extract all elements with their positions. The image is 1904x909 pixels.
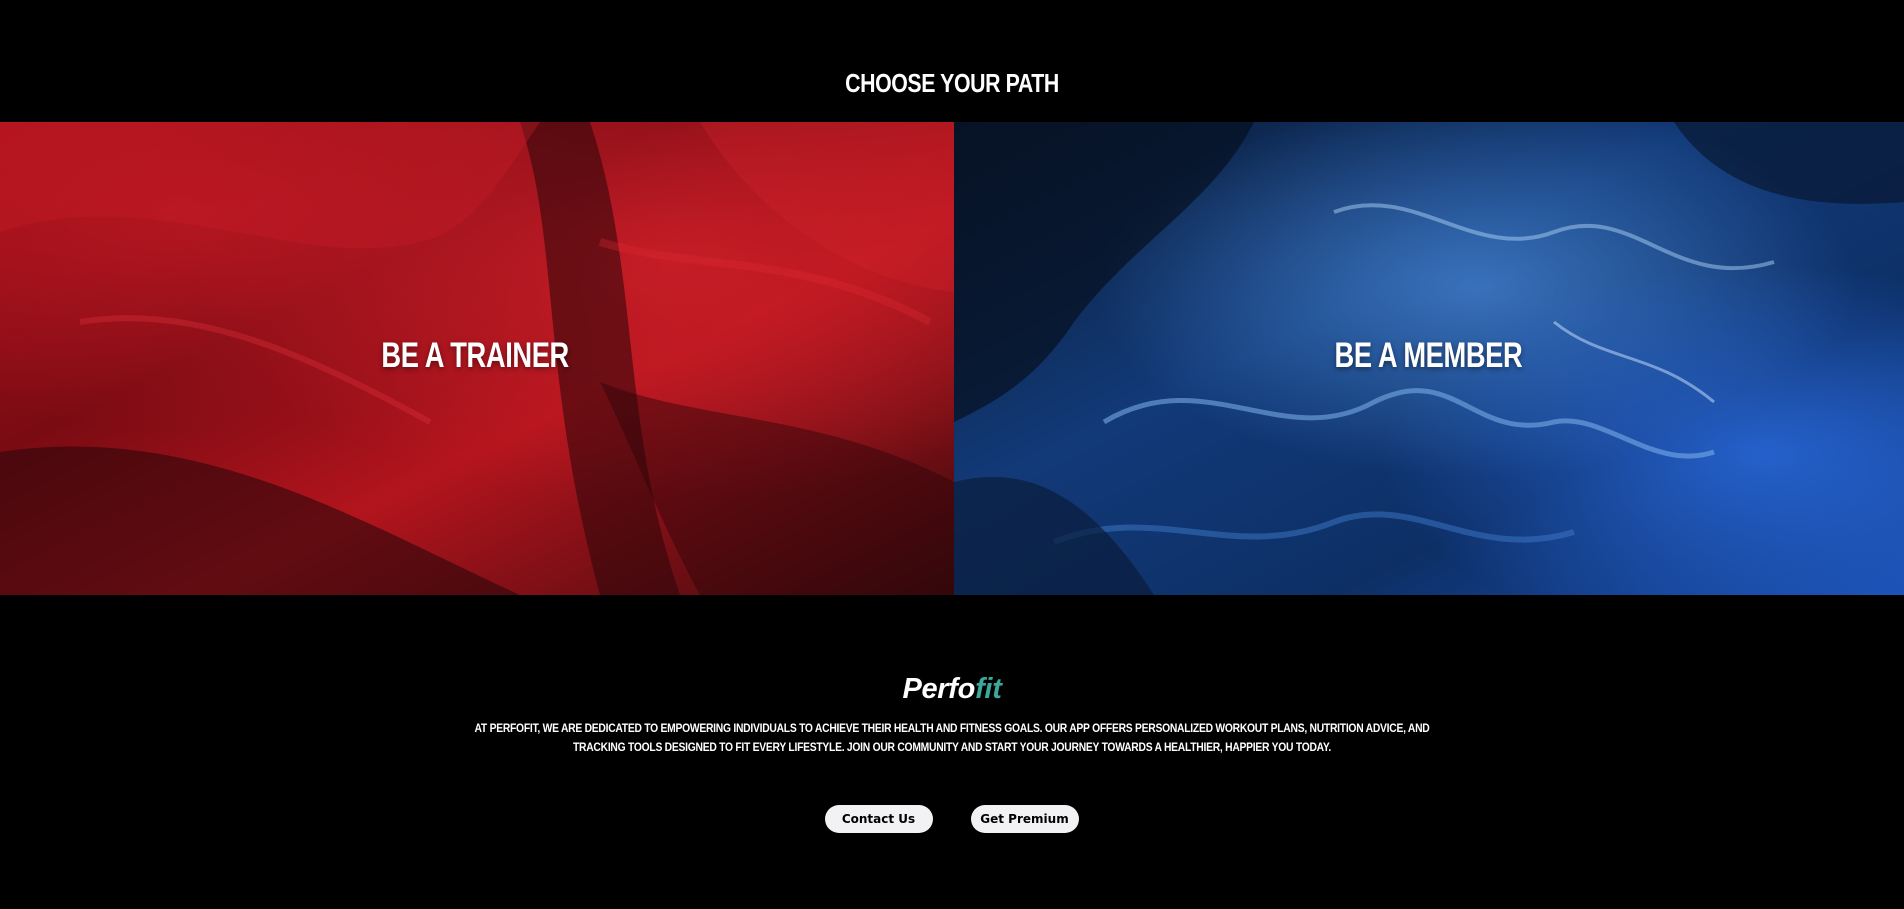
path-options: BE A TRAINER BE A MEMBER: [0, 122, 1904, 595]
footer: Perfofit At PerfoFit, we are dedicated t…: [0, 672, 1904, 757]
get-premium-button[interactable]: Get Premium: [970, 805, 1079, 833]
logo-text-fit: fit: [975, 673, 1002, 705]
logo-text-perfo: Perfo: [902, 673, 976, 705]
contact-us-button[interactable]: Contact Us: [824, 805, 933, 833]
footer-actions: Contact Us Get Premium: [0, 805, 1904, 833]
about-text: At PerfoFit, we are dedicated to empower…: [474, 721, 1430, 754]
trainer-path-card[interactable]: BE A TRAINER: [0, 122, 954, 595]
member-label: BE A MEMBER: [1334, 335, 1522, 375]
trainer-label: BE A TRAINER: [381, 335, 569, 375]
perfofit-logo: Perfofit: [902, 672, 1001, 706]
member-path-card[interactable]: BE A MEMBER: [954, 122, 1904, 595]
page-title: CHOOSE YOUR PATH: [845, 68, 1059, 98]
